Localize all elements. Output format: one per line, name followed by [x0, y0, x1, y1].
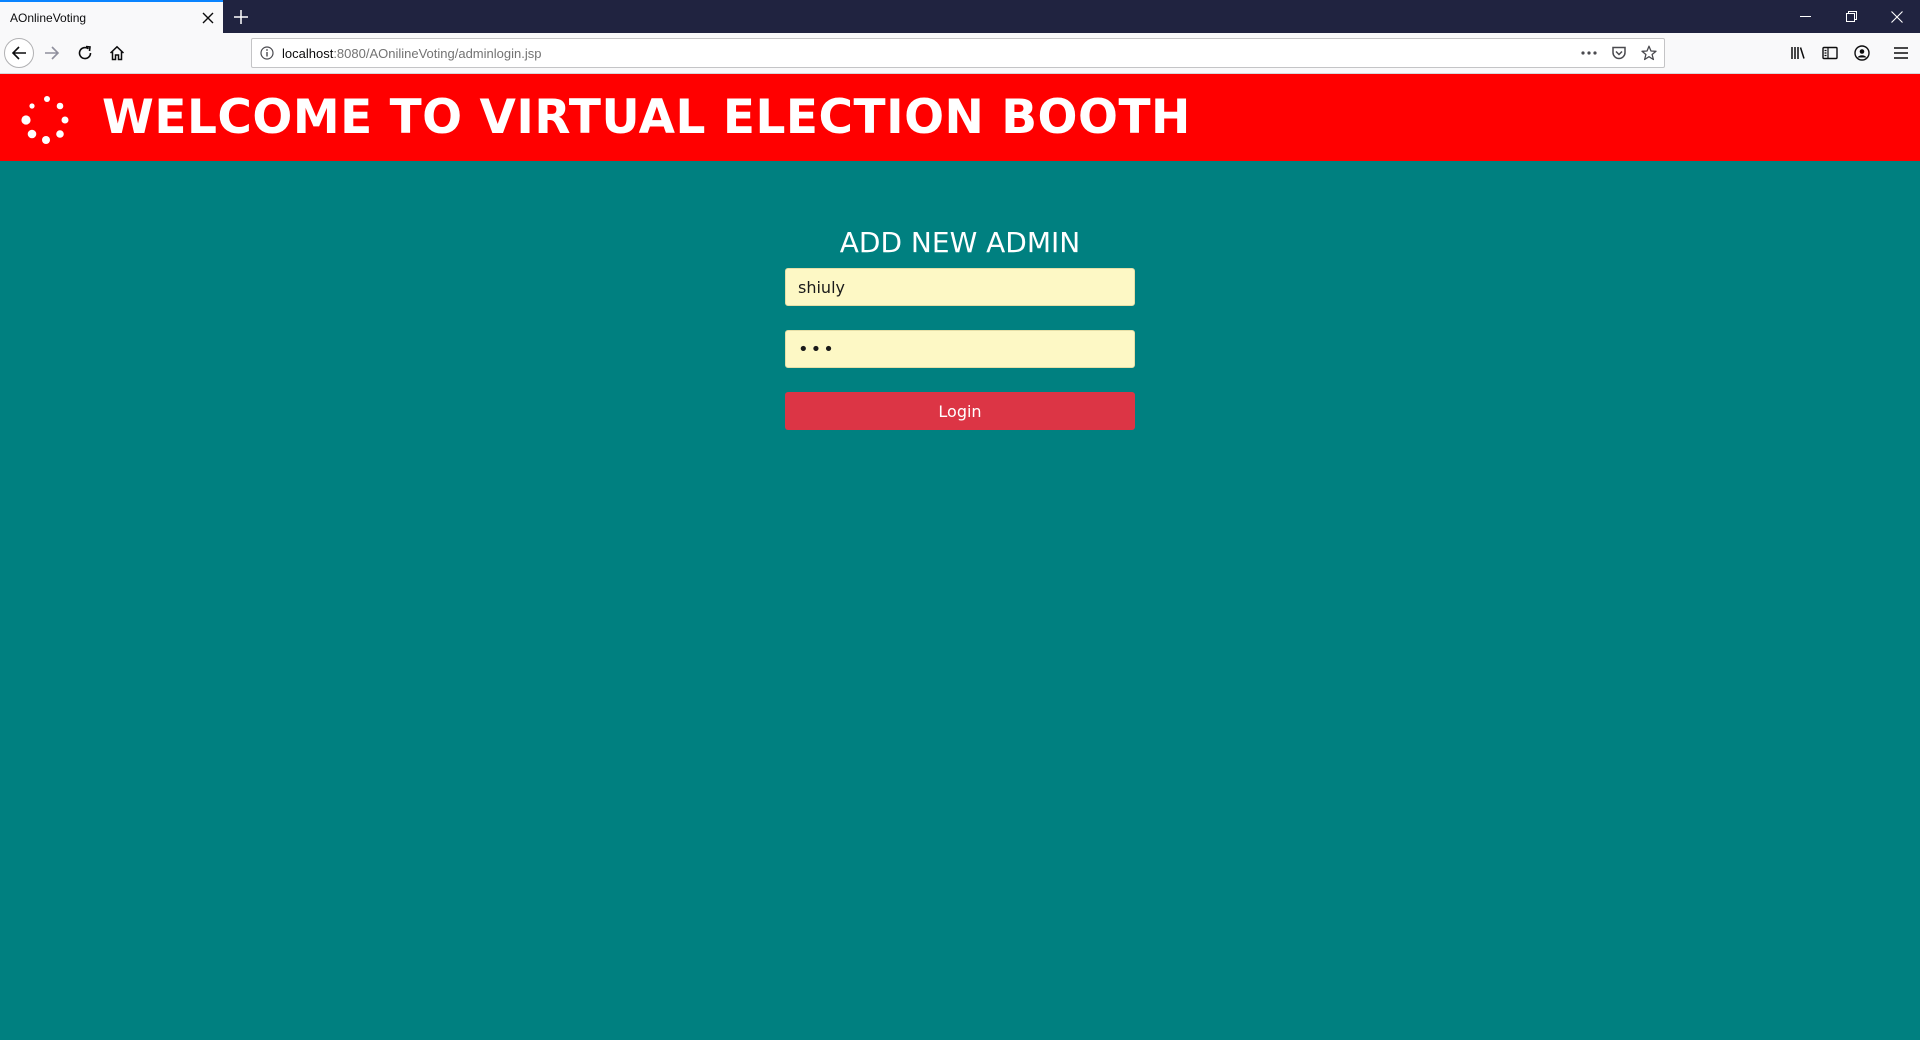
url-bar[interactable]: localhost:8080/AOnilineVoting/adminlogin… — [251, 38, 1665, 68]
admin-form: ADD NEW ADMIN Login — [785, 222, 1135, 430]
home-button[interactable] — [102, 38, 132, 68]
page-title: WELCOME TO VIRTUAL ELECTION BOOTH — [102, 90, 1191, 145]
plus-icon — [234, 10, 248, 24]
browser-navbar: localhost:8080/AOnilineVoting/adminlogin… — [0, 33, 1920, 74]
pocket-icon[interactable] — [1604, 39, 1634, 67]
sidebar-button[interactable] — [1815, 38, 1845, 68]
account-icon — [1854, 45, 1870, 61]
tab-title: AOnlineVoting — [10, 10, 87, 25]
page-header: WELCOME TO VIRTUAL ELECTION BOOTH — [0, 74, 1920, 161]
info-icon[interactable] — [252, 39, 282, 67]
browser-tab[interactable]: AOnlineVoting — [0, 0, 223, 33]
star-icon[interactable] — [1634, 39, 1664, 67]
browser-titlebar: AOnlineVoting — [0, 0, 1920, 33]
reload-button[interactable] — [70, 38, 100, 68]
form-title: ADD NEW ADMIN — [839, 226, 1081, 259]
username-input[interactable] — [785, 268, 1135, 306]
reload-icon — [78, 45, 92, 60]
account-button[interactable] — [1847, 38, 1877, 68]
arrow-left-icon — [11, 46, 26, 60]
hamburger-menu-icon — [1894, 47, 1908, 59]
close-window-button[interactable] — [1874, 0, 1920, 33]
new-tab-button[interactable] — [226, 2, 256, 32]
library-icon — [1791, 47, 1805, 59]
forward-button[interactable] — [37, 38, 67, 68]
home-icon — [109, 45, 125, 61]
sidebar-icon — [1822, 46, 1838, 60]
arrow-right-icon — [45, 46, 60, 60]
more-horizontal-icon[interactable] — [1574, 39, 1604, 67]
menu-button[interactable] — [1886, 38, 1916, 68]
url-text[interactable]: localhost:8080/AOnilineVoting/adminlogin… — [282, 46, 1574, 61]
library-button[interactable] — [1783, 38, 1813, 68]
restore-icon — [1845, 11, 1857, 22]
close-icon — [1891, 10, 1903, 23]
close-icon[interactable] — [193, 3, 223, 33]
url-host: localhost — [282, 45, 334, 61]
password-input[interactable] — [785, 330, 1135, 368]
back-button[interactable] — [4, 38, 34, 68]
login-button[interactable]: Login — [785, 392, 1135, 430]
url-path: :8080/AOnilineVoting/adminlogin.jsp — [333, 45, 542, 61]
minimize-button[interactable] — [1782, 0, 1828, 33]
restore-button[interactable] — [1828, 0, 1874, 33]
spinner-logo-icon — [21, 96, 69, 144]
minimize-icon — [1799, 16, 1811, 17]
